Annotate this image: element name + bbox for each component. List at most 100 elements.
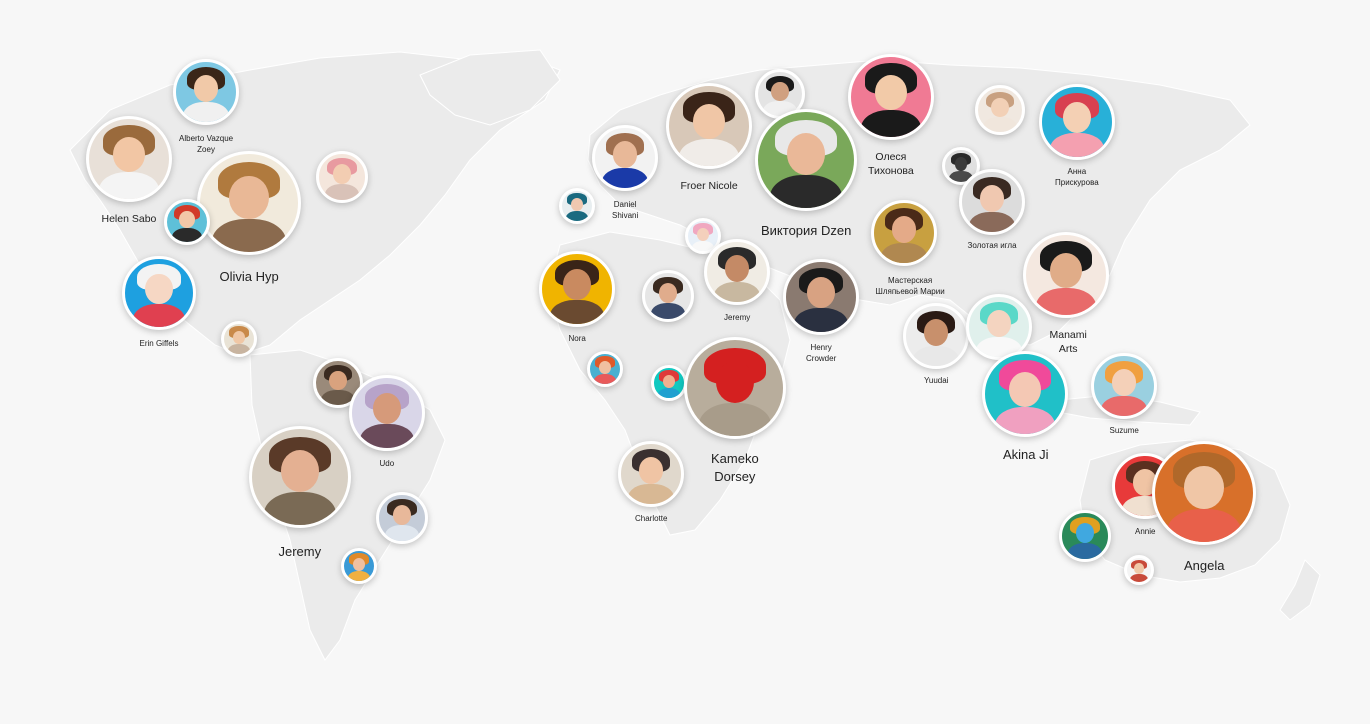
avatar-body — [550, 300, 604, 324]
label-olesya[interactable]: Олеся Тихонова — [868, 150, 914, 178]
label-kameko[interactable]: Kameko Dorsey — [711, 450, 759, 485]
avatar-man-sa2[interactable] — [376, 492, 428, 544]
avatar-face — [924, 319, 948, 346]
avatar-small-af[interactable] — [587, 351, 623, 387]
avatar-body — [98, 171, 160, 199]
avatar-body — [183, 101, 229, 122]
avatar-face — [663, 374, 675, 388]
avatar-face — [353, 557, 365, 571]
avatar-face — [954, 157, 968, 172]
avatar-face — [1063, 102, 1091, 134]
label-line1: Nora — [568, 334, 586, 343]
avatar-manami[interactable] — [1023, 232, 1109, 318]
avatar-redhead[interactable] — [164, 199, 210, 245]
avatar-akina[interactable] — [982, 351, 1068, 437]
avatar-zolotaya[interactable] — [959, 169, 1025, 235]
avatar-face — [332, 164, 352, 185]
avatar-anna[interactable] — [1039, 84, 1115, 160]
avatar-body — [698, 403, 772, 436]
avatar-body — [565, 210, 589, 221]
avatar-man-af[interactable] — [642, 270, 694, 322]
avatar-beanie[interactable] — [975, 85, 1025, 135]
label-manami[interactable]: Manami Arts — [1050, 328, 1087, 356]
avatar-face — [697, 227, 709, 241]
label-yuudai[interactable]: Yuudai — [924, 376, 948, 387]
avatar-face — [563, 269, 591, 301]
avatar-bowtie[interactable] — [592, 125, 658, 191]
avatar-face — [599, 360, 611, 374]
avatar-small-af2[interactable] — [651, 365, 687, 401]
avatar-face — [658, 283, 678, 304]
avatar-angela[interactable] — [1152, 441, 1256, 545]
avatar-kameko[interactable] — [684, 337, 786, 439]
avatar-body — [347, 570, 371, 581]
avatar-tiny-au[interactable] — [1124, 555, 1154, 585]
avatar-olivia[interactable] — [197, 151, 301, 255]
avatar-face — [229, 175, 269, 219]
label-viktoria[interactable]: Виктория Dzen — [761, 222, 851, 240]
label-suzume[interactable]: Suzume — [1110, 426, 1139, 437]
label-jeremy-af[interactable]: Jeremy — [724, 313, 750, 324]
avatar-nora[interactable] — [539, 251, 615, 327]
avatar-viktoria[interactable] — [755, 109, 857, 211]
label-line1: Akina Ji — [1003, 447, 1049, 462]
avatar-teal[interactable] — [559, 188, 595, 224]
avatar-body — [593, 373, 617, 384]
label-froer[interactable]: Froer Nicole — [681, 179, 738, 193]
avatar-face — [991, 97, 1009, 118]
avatar-charlotte[interactable] — [618, 441, 684, 507]
label-line2: Zoey — [197, 144, 215, 154]
avatar-helen[interactable] — [86, 116, 172, 202]
avatar-flowers[interactable] — [1059, 510, 1111, 562]
label-line2: Прискурова — [1055, 177, 1099, 187]
label-masterskaya[interactable]: Мастерская Шляпьевой Марии — [876, 276, 945, 298]
label-zolotaya[interactable]: Золотая игла — [968, 241, 1017, 252]
avatar-erin[interactable] — [122, 256, 196, 330]
label-helen[interactable]: Helen Sabo — [102, 212, 157, 226]
label-line1: Olivia Hyp — [219, 269, 279, 284]
avatar-face — [179, 210, 195, 229]
avatar-body — [628, 483, 674, 504]
avatar-face — [807, 277, 835, 309]
label-line1: Олеся — [875, 151, 907, 163]
avatar-face — [392, 505, 412, 526]
label-henry[interactable]: Henry Crowder — [806, 343, 836, 365]
label-udo[interactable]: Udo — [380, 459, 395, 470]
avatar-face — [1134, 563, 1144, 574]
label-alberto[interactable]: Alberto Vazque Zoey — [179, 134, 233, 156]
label-line1: Helen Sabo — [101, 213, 157, 225]
avatar-jeremy-sa[interactable] — [249, 426, 351, 528]
label-anna[interactable]: Анна Прискурова — [1055, 167, 1099, 189]
avatar-body — [794, 308, 848, 332]
avatar-jeremy-af[interactable] — [704, 239, 770, 305]
label-jeremy-sa[interactable]: Jeremy — [279, 543, 322, 561]
avatar-suzume[interactable] — [1091, 353, 1157, 419]
avatar-face — [145, 273, 173, 304]
label-line1: Annie — [1135, 527, 1156, 536]
avatar-olesya[interactable] — [848, 54, 934, 140]
avatar-body — [360, 424, 414, 448]
avatar-froer[interactable] — [666, 83, 752, 169]
avatar-small-na[interactable] — [221, 321, 257, 357]
avatar-alberto[interactable] — [173, 59, 239, 125]
avatar-henry[interactable] — [783, 259, 859, 335]
label-angela[interactable]: Angela — [1184, 557, 1224, 575]
label-line1: Анна — [1067, 167, 1087, 176]
label-akina[interactable]: Akina Ji — [1003, 446, 1049, 464]
avatar-face — [1112, 369, 1136, 396]
label-charlotte[interactable]: Charlotte — [635, 514, 667, 525]
label-annie[interactable]: Annie — [1135, 527, 1155, 538]
avatar-body — [769, 175, 843, 208]
avatar-udo[interactable] — [349, 375, 425, 451]
label-line2: Dorsey — [714, 468, 756, 484]
label-erin[interactable]: Erin Giffels — [140, 339, 179, 350]
avatar-masterskaya[interactable] — [871, 200, 937, 266]
label-olivia[interactable]: Olivia Hyp — [220, 268, 279, 286]
avatar-yuudai[interactable] — [903, 303, 969, 369]
avatar-body — [678, 138, 740, 166]
avatar-face — [373, 393, 401, 425]
avatar-pinkhat[interactable] — [316, 151, 368, 203]
label-nora[interactable]: Nora — [569, 334, 586, 345]
label-bowtie[interactable]: Daniel Shivani — [612, 200, 638, 222]
avatar-small-sa[interactable] — [341, 548, 377, 584]
